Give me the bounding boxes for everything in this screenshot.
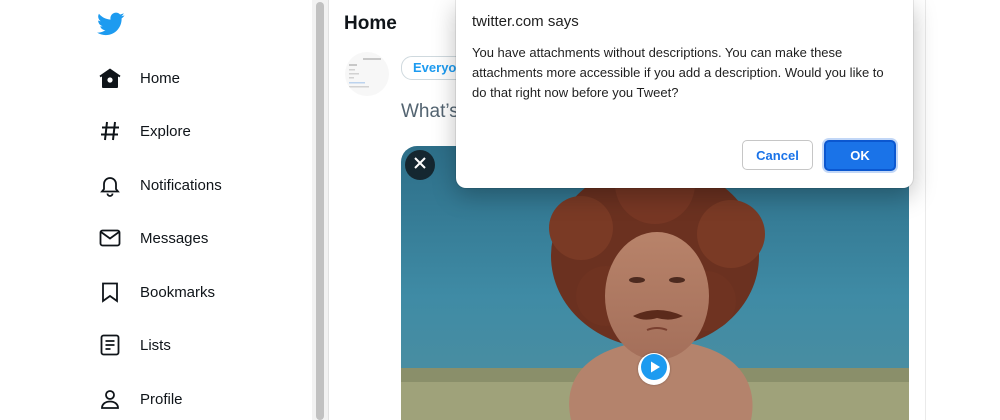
- close-icon: [413, 156, 427, 175]
- page-title: Home: [344, 13, 397, 34]
- home-icon: [96, 64, 124, 92]
- scrollbar-thumb[interactable]: [316, 2, 324, 420]
- sidebar-item-notifications[interactable]: Notifications: [96, 165, 222, 205]
- user-icon: [96, 385, 124, 413]
- sidebar-item-lists[interactable]: Lists: [96, 325, 171, 365]
- sidebar-item-explore[interactable]: Explore: [96, 111, 191, 151]
- sidebar-item-label: Home: [140, 69, 181, 87]
- compose-input[interactable]: What’s: [401, 101, 459, 123]
- play-button[interactable]: [638, 353, 670, 385]
- mail-icon: [96, 224, 124, 252]
- dialog-title: twitter.com says: [472, 13, 579, 30]
- alert-dialog: twitter.com says You have attachments wi…: [456, 0, 913, 188]
- remove-media-button[interactable]: [405, 150, 435, 180]
- sidebar-item-home[interactable]: Home: [96, 58, 180, 98]
- sidebar: Home Explore Notifications Messages Book…: [0, 0, 312, 420]
- cancel-button[interactable]: Cancel: [742, 140, 813, 170]
- sidebar-item-bookmarks[interactable]: Bookmarks: [96, 272, 215, 312]
- avatar[interactable]: [345, 52, 389, 96]
- ok-button[interactable]: OK: [824, 140, 896, 171]
- sidebar-item-label: Profile: [140, 390, 183, 408]
- play-icon: [639, 352, 669, 387]
- list-icon: [96, 331, 124, 359]
- sidebar-item-profile[interactable]: Profile: [96, 379, 183, 419]
- dialog-message: You have attachments without description…: [472, 45, 884, 100]
- sidebar-item-label: Notifications: [140, 176, 222, 194]
- bell-icon: [96, 171, 124, 199]
- sidebar-item-label: Bookmarks: [140, 283, 216, 301]
- sidebar-item-messages[interactable]: Messages: [96, 218, 208, 258]
- hashtag-icon: [96, 117, 124, 145]
- twitter-bird-icon[interactable]: [97, 10, 125, 38]
- sidebar-item-label: Messages: [140, 229, 209, 247]
- sidebar-item-label: Lists: [140, 336, 171, 354]
- bookmark-icon: [96, 278, 124, 306]
- sidebar-item-label: Explore: [140, 122, 191, 140]
